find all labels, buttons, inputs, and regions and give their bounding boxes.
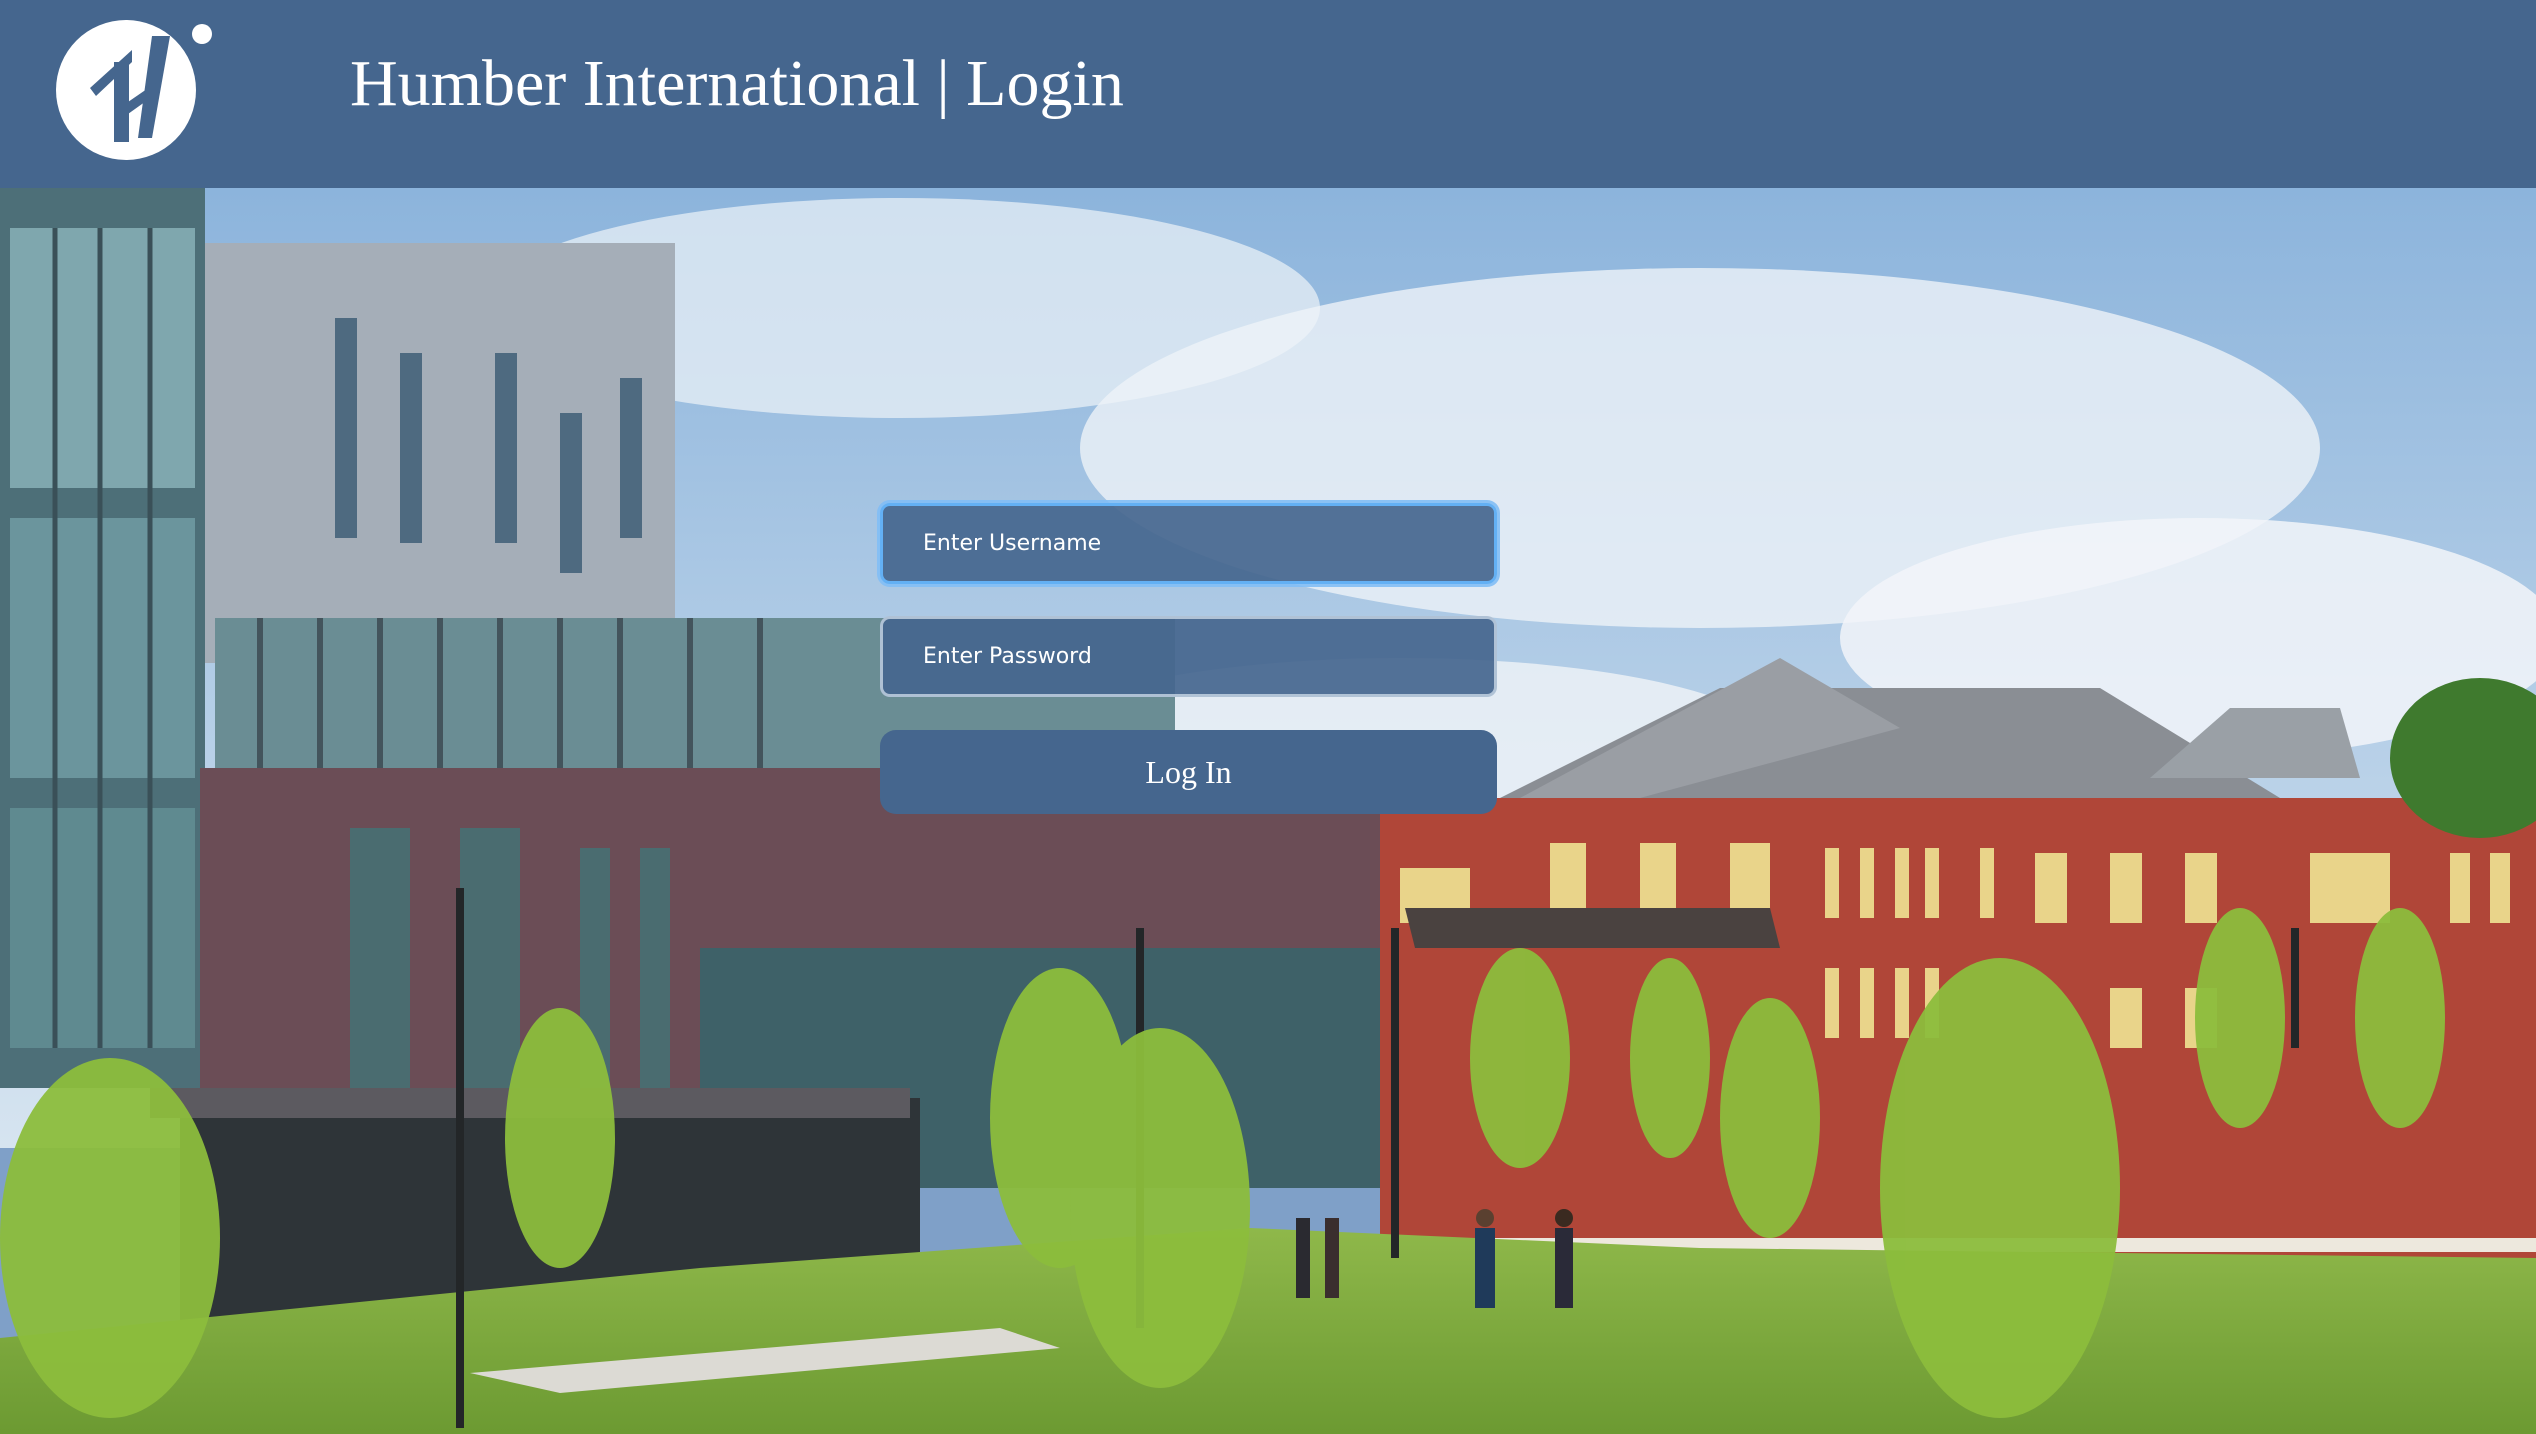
humber-logo-icon[interactable] (52, 10, 217, 160)
password-input[interactable] (880, 616, 1497, 697)
header-bar: Humber International | Login (0, 0, 2536, 188)
page-title: Humber International | Login (350, 47, 1124, 120)
login-button[interactable]: Log In (880, 730, 1497, 814)
login-form: Log In (880, 503, 1497, 814)
username-input[interactable] (880, 503, 1497, 584)
